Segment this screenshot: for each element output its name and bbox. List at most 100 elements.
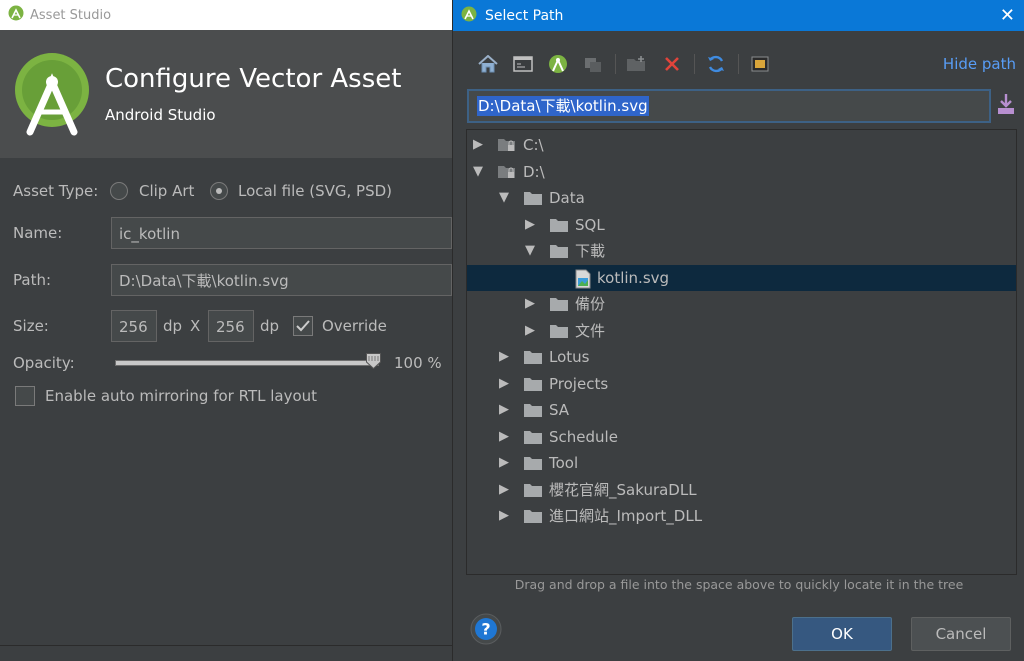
new-folder-icon (627, 56, 645, 71)
folder-icon (549, 322, 569, 344)
checkmark-icon (296, 320, 310, 332)
expand-arrow-icon[interactable]: ▶ (499, 477, 513, 503)
collapse-arrow-icon[interactable]: ▼ (473, 159, 487, 185)
tree-folder-item[interactable]: ▶ 進口網站_Import_DLL (467, 503, 1016, 529)
rtl-mirroring-checkbox[interactable] (15, 386, 35, 406)
height-unit: dp (260, 317, 280, 335)
help-icon: ? (470, 613, 502, 645)
expand-arrow-icon[interactable]: ▶ (499, 344, 513, 370)
expand-arrow-icon[interactable]: ▶ (473, 132, 487, 158)
tree-folder-item[interactable]: ▶ C:\ (467, 132, 1016, 158)
local-file-label[interactable]: Local file (SVG, PSD) (238, 182, 392, 200)
expand-arrow-icon[interactable]: ▶ (525, 318, 539, 344)
download-icon (998, 94, 1014, 114)
width-unit: dp (163, 317, 183, 335)
expand-arrow-icon[interactable]: ▶ (499, 503, 513, 529)
folder-icon (523, 189, 543, 211)
width-input[interactable]: 256 (111, 310, 157, 342)
module-button[interactable] (578, 50, 608, 78)
expand-arrow-icon[interactable]: ▶ (499, 397, 513, 423)
override-label[interactable]: Override (322, 317, 387, 335)
tree-item-label: SA (549, 401, 570, 419)
path-history-button[interactable] (996, 93, 1016, 119)
folder-icon (523, 401, 543, 423)
android-studio-icon (461, 6, 477, 26)
select-path-title: Select Path (485, 7, 564, 24)
tree-item-label: 備份 (575, 295, 606, 313)
project-button[interactable] (543, 50, 573, 78)
path-input-field[interactable]: D:\Data\下載\kotlin.svg (111, 264, 452, 296)
project-icon (549, 55, 567, 73)
opacity-slider-thumb[interactable] (366, 353, 381, 370)
asset-type-label: Asset Type: (13, 182, 99, 200)
show-hidden-button[interactable] (745, 50, 775, 78)
select-path-titlebar[interactable]: Select Path ✕ (453, 0, 1024, 31)
file-chooser-toolbar (473, 50, 780, 78)
ok-button[interactable]: OK (792, 617, 892, 651)
clip-art-label[interactable]: Clip Art (139, 182, 194, 200)
folder-icon (523, 454, 543, 476)
tree-item-label: D:\ (523, 162, 545, 181)
tree-folder-item[interactable]: ▶ Tool (467, 450, 1016, 476)
size-label: Size: (13, 317, 49, 335)
toolbar-separator (615, 54, 616, 74)
help-button[interactable]: ? (470, 613, 502, 645)
tree-file-item[interactable]: kotlin.svg (467, 264, 1016, 291)
module-icon (585, 58, 601, 72)
tree-folder-item[interactable]: ▶ Projects (467, 371, 1016, 397)
tree-item-label: 進口網站_Import_DLL (549, 507, 703, 525)
close-icon[interactable]: ✕ (1000, 5, 1015, 26)
path-text-field[interactable]: D:\Data\下載\kotlin.svg (467, 89, 991, 123)
path-text-selection: D:\Data\下載\kotlin.svg (477, 96, 649, 116)
rtl-mirroring-label[interactable]: Enable auto mirroring for RTL layout (45, 387, 317, 405)
tree-folder-item[interactable]: ▼ D:\ (467, 159, 1016, 185)
expand-arrow-icon[interactable]: ▶ (499, 371, 513, 397)
folder-icon (549, 295, 569, 317)
name-input[interactable]: ic_kotlin (111, 217, 452, 249)
asset-studio-titlebar[interactable]: Asset Studio (0, 0, 452, 30)
tree-folder-item[interactable]: ▶ Schedule (467, 424, 1016, 450)
height-input[interactable]: 256 (208, 310, 254, 342)
tree-folder-item[interactable]: ▼ Data (467, 185, 1016, 211)
expand-arrow-icon[interactable]: ▶ (499, 450, 513, 476)
tree-item-label: Schedule (549, 427, 618, 446)
tree-folder-item[interactable]: ▶ SQL (467, 212, 1016, 238)
expand-arrow-icon[interactable]: ▶ (525, 212, 539, 238)
local-file-radio[interactable] (210, 182, 228, 200)
folder-icon (549, 216, 569, 238)
folder-icon (523, 375, 543, 397)
collapse-arrow-icon[interactable]: ▼ (499, 185, 513, 211)
tree-item-label: SQL (575, 215, 605, 234)
override-checkbox[interactable] (293, 316, 313, 336)
tree-folder-item[interactable]: ▶ SA (467, 397, 1016, 423)
collapse-arrow-icon[interactable]: ▼ (525, 238, 539, 264)
expand-arrow-icon[interactable]: ▶ (525, 291, 539, 317)
select-path-dialog: Select Path ✕ Hide path D:\Data\下載\kotli… (452, 0, 1024, 661)
tree-item-label: Lotus (549, 348, 590, 366)
show-hidden-icon (751, 56, 769, 72)
new-folder-button[interactable] (622, 50, 652, 78)
bottom-divider (0, 645, 452, 646)
file-tree[interactable]: ▶ C:\ ▼ D:\ ▼ Data ▶ SQL ▼ 下載 kotlin.svg ▶ 備份 ▶ 文件 ▶ Lot… (466, 129, 1017, 575)
tree-folder-item[interactable]: ▶ Lotus (467, 344, 1016, 370)
tree-item-label: Projects (549, 374, 609, 393)
tree-folder-item[interactable]: ▶ 文件 (467, 318, 1016, 344)
delete-button[interactable] (657, 50, 687, 78)
svg-text:?: ? (481, 620, 490, 639)
folder-icon (523, 481, 543, 503)
desktop-button[interactable] (508, 50, 538, 78)
expand-arrow-icon[interactable]: ▶ (499, 424, 513, 450)
tree-folder-item[interactable]: ▶ 備份 (467, 291, 1016, 317)
name-label: Name: (13, 224, 63, 242)
tree-folder-item[interactable]: ▼ 下載 (467, 238, 1016, 264)
tree-folder-item[interactable]: ▶ 櫻花官網_SakuraDLL (467, 477, 1016, 503)
cancel-button[interactable]: Cancel (911, 617, 1011, 651)
asset-studio-title: Asset Studio (30, 7, 112, 23)
home-button[interactable] (473, 50, 503, 78)
opacity-slider-track[interactable] (115, 360, 379, 366)
clip-art-radio[interactable] (110, 182, 128, 200)
hide-path-link[interactable]: Hide path (943, 55, 1016, 73)
opacity-value: 100 % (394, 354, 442, 372)
refresh-button[interactable] (701, 50, 731, 78)
opacity-label: Opacity: (13, 354, 75, 372)
